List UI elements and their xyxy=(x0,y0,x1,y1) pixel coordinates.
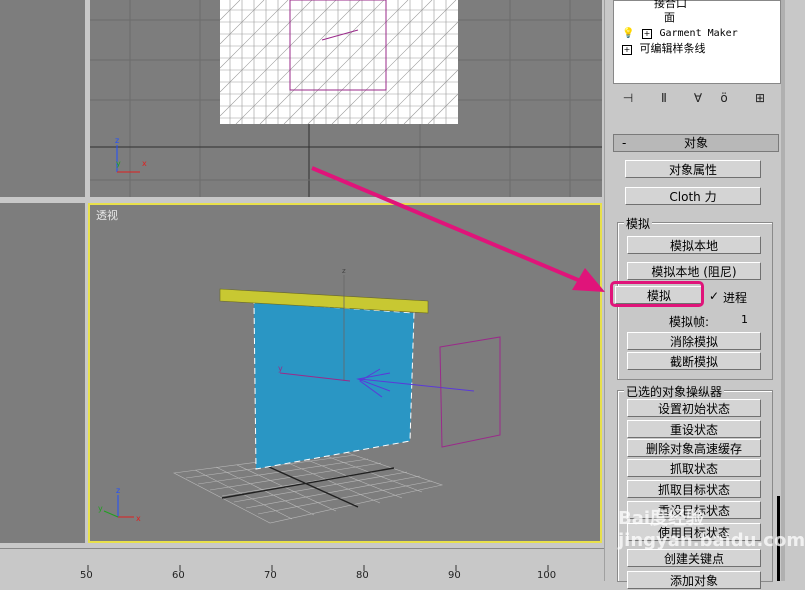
viewport-left[interactable] xyxy=(0,0,85,197)
watermark: Bai度经验 jingyan.baidu.com xyxy=(618,508,805,551)
lightbulb-icon[interactable]: 💡 xyxy=(622,28,634,39)
simulate-local-damped-button[interactable]: 模拟本地 (阻尼) xyxy=(627,262,761,280)
simulation-group-title: 模拟 xyxy=(624,215,653,232)
simulate-local-button[interactable]: 模拟本地 xyxy=(627,236,761,254)
truncate-simulation-button[interactable]: 截断模拟 xyxy=(627,352,761,370)
sim-frames-label: 模拟帧: xyxy=(669,315,710,329)
viewport-perspective[interactable]: 透视 z y z x y xyxy=(88,203,602,543)
grab-target-state-button[interactable]: 抓取目标状态 xyxy=(627,480,761,498)
selected-manip-group-title: 已选的对象操纵器 xyxy=(624,383,725,400)
modifier-stack[interactable]: 接合口 面 💡 + Garment Maker + 可编辑样条线 xyxy=(613,0,781,84)
svg-text:z: z xyxy=(116,486,120,495)
ruler-tick-label: 50 xyxy=(80,570,93,581)
svg-text:y: y xyxy=(98,504,103,513)
rollout-title: 对象 xyxy=(683,136,708,150)
svg-text:x: x xyxy=(142,159,147,168)
cloth-panel xyxy=(253,301,415,470)
progress-checkbox[interactable]: ✓ xyxy=(709,289,719,303)
ruler-tick-label: 80 xyxy=(356,570,369,581)
top-viewport-grid: z x y xyxy=(90,0,602,197)
add-objects-button[interactable]: 添加对象 xyxy=(627,571,761,589)
stack-item[interactable]: 面 xyxy=(664,11,675,25)
ruler-tick-label: 60 xyxy=(172,570,185,581)
erase-simulation-button[interactable]: 消除模拟 xyxy=(627,332,761,350)
rollout-header[interactable]: - 对象 xyxy=(613,134,779,152)
stack-item[interactable]: 接合口 xyxy=(654,0,687,11)
configure-sets-icon[interactable]: ⊞ xyxy=(751,90,769,106)
svg-text:y: y xyxy=(116,159,121,168)
ground-grid xyxy=(173,450,444,524)
command-panel: 接合口 面 💡 + Garment Maker + 可编辑样条线 ⊣ Ⅱ ∀ ö… xyxy=(604,0,805,589)
set-initial-state-button[interactable]: 设置初始状态 xyxy=(627,399,761,417)
viewport-top[interactable]: z x y xyxy=(90,0,602,197)
axis-tripod-perspective: z x y xyxy=(98,486,141,523)
delete-cache-button[interactable]: 删除对象高速缓存 xyxy=(627,439,761,457)
ruler-tick-label: 100 xyxy=(537,570,557,581)
svg-text:z: z xyxy=(115,136,119,145)
wind-gizmo xyxy=(439,336,501,448)
reset-state-button[interactable]: 重设状态 xyxy=(627,420,761,438)
show-end-result-icon[interactable]: Ⅱ xyxy=(655,90,673,106)
svg-text:z: z xyxy=(342,267,346,275)
axis-tripod-top: z x y xyxy=(115,136,147,173)
panel-scrollbar[interactable] xyxy=(781,0,785,581)
remove-modifier-icon[interactable]: ö xyxy=(715,90,733,106)
simulate-highlight xyxy=(610,281,704,307)
expand-icon[interactable]: + xyxy=(622,45,632,55)
grab-state-button[interactable]: 抓取状态 xyxy=(627,459,761,477)
progress-label: 进程 xyxy=(723,291,748,305)
object-properties-button[interactable]: 对象属性 xyxy=(625,160,761,178)
viewport-bottom-left[interactable] xyxy=(0,203,85,543)
pin-stack-icon[interactable]: ⊣ xyxy=(619,90,637,106)
svg-text:y: y xyxy=(278,364,283,373)
stack-item[interactable]: 💡 + Garment Maker xyxy=(622,26,738,40)
ruler-tick-label: 70 xyxy=(264,570,277,581)
make-unique-icon[interactable]: ∀ xyxy=(689,90,707,106)
perspective-scene: z y z x y xyxy=(98,267,501,524)
expand-icon[interactable]: + xyxy=(641,29,652,39)
stack-item[interactable]: + 可编辑样条线 xyxy=(622,42,706,56)
cloth-forces-button[interactable]: Cloth 力 xyxy=(625,187,761,205)
svg-text:x: x xyxy=(136,514,141,523)
sim-frames-value: 1 xyxy=(741,313,748,326)
ruler-tick-label: 90 xyxy=(448,570,461,581)
